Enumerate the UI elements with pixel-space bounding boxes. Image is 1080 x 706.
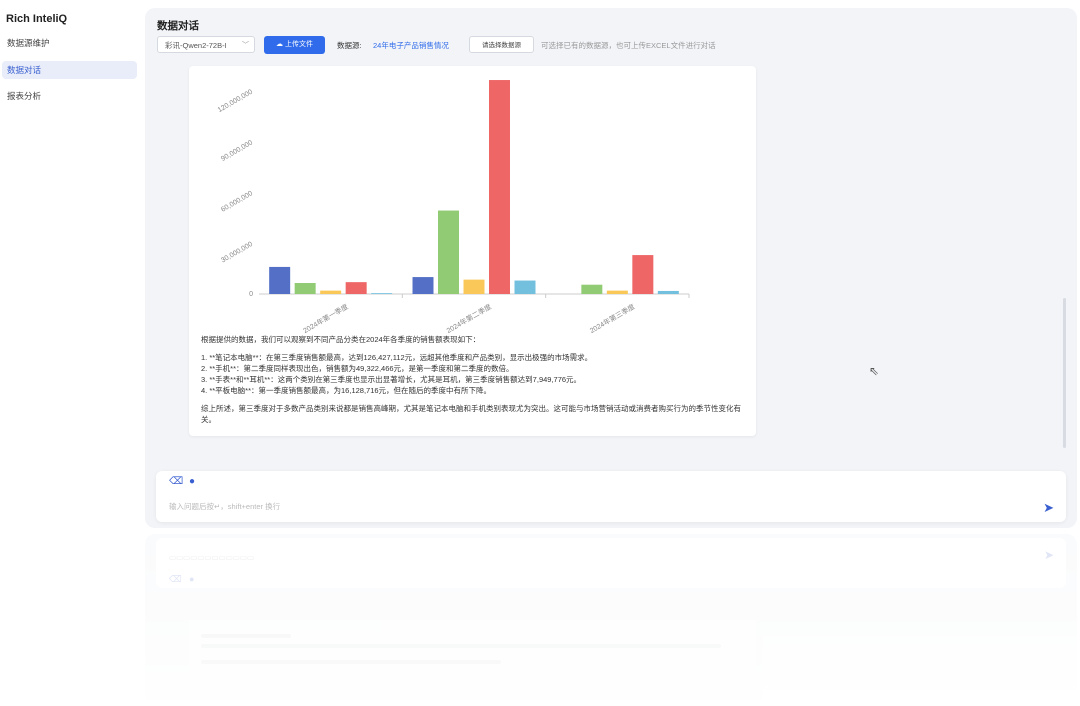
- cloud-upload-icon: ☁: [276, 41, 284, 48]
- upload-file-button[interactable]: ☁ 上传文件: [264, 36, 325, 54]
- chat-input-box[interactable]: ⌫ ● 输入问题后按↵，shift+enter 换行 ➤: [156, 471, 1066, 522]
- microphone-icon[interactable]: ●: [189, 476, 195, 487]
- chart-bar: [514, 280, 536, 294]
- answer-point: 4. **平板电脑**：第一季度销售额最高，为16,128,716元，但在随后的…: [201, 386, 492, 395]
- microphone-icon: ●: [189, 574, 195, 584]
- chart-bar: [345, 282, 367, 294]
- reflection-placeholder: ▭▭▭▭▭▭▭▭▭▭▭▭: [169, 553, 255, 562]
- chart-bar: [320, 290, 342, 294]
- chart-bar: [489, 80, 510, 295]
- model-select-value: 彩讯-Qwen2-72B-I: [165, 41, 227, 50]
- chart-bar: [269, 266, 291, 294]
- reflection-overlay: ▭▭▭▭▭▭▭▭▭▭▭▭ ➤ ⌫ ●: [145, 534, 1077, 706]
- toolbar: 彩讯-Qwen2-72B-I ﹀ ☁ 上传文件 数据源: 24年电子产品销售情况…: [157, 36, 1067, 54]
- datasource-label: 数据源:: [337, 41, 362, 50]
- choose-datasource-button[interactable]: 请选择数据源: [469, 36, 534, 53]
- y-tick-label: 30,000,000: [220, 241, 254, 265]
- chart-bar: [438, 210, 459, 294]
- chart-bar: [412, 277, 434, 294]
- sidebar: Rich InteliQ 数据源维护 数据对话 报表分析: [0, 0, 144, 706]
- chevron-down-icon: ﹀: [242, 42, 249, 49]
- x-tick-label: 2024年第三季度: [588, 302, 636, 335]
- reflection-input: ▭▭▭▭▭▭▭▭▭▭▭▭ ➤ ⌫ ●: [156, 538, 1066, 588]
- chart-bar: [581, 284, 603, 294]
- chat-input-placeholder: 输入问题后按↵，shift+enter 换行: [169, 502, 281, 511]
- chat-response-card: 0 30,000,000 60,000,000 90,000,000 120,000,0…: [189, 66, 756, 436]
- answer-intro: 根据提供的数据，我们可以观察到不同产品分类在2024年各季度的销售额表现如下：: [201, 335, 481, 344]
- answer-text: 根据提供的数据，我们可以观察到不同产品分类在2024年各季度的销售额表现如下： …: [201, 334, 749, 425]
- chat-scrollbar[interactable]: [1063, 298, 1066, 448]
- eraser-icon: ⌫: [169, 574, 182, 584]
- answer-point: 1. **笔记本电脑**：在第三季度销售额最高，达到126,427,112元，远…: [201, 353, 593, 362]
- x-tick-label: 2024年第一季度: [301, 302, 349, 335]
- answer-conclusion: 综上所述，第三季度对于多数产品类别来说都是销售高峰期，尤其是笔记本电脑和手机类别…: [201, 404, 741, 424]
- y-tick-label: 0: [249, 291, 253, 298]
- datasource-value[interactable]: 24年电子产品销售情况: [373, 40, 449, 51]
- y-tick-label: 120,000,000: [217, 89, 254, 115]
- sales-bar-chart: 0 30,000,000 60,000,000 90,000,000 120,000,0…: [217, 80, 690, 335]
- sidebar-item-data-chat[interactable]: 数据对话: [2, 61, 137, 79]
- reflection-card: [189, 620, 756, 706]
- send-icon: ➤: [1043, 548, 1054, 562]
- sidebar-item-datasource[interactable]: 数据源维护: [2, 34, 137, 52]
- chart-bar: [657, 290, 679, 294]
- model-select[interactable]: 彩讯-Qwen2-72B-I ﹀: [157, 36, 255, 53]
- y-tick-label: 90,000,000: [220, 139, 254, 163]
- toolbar-hint: 可选择已有的数据源，也可上传EXCEL文件进行对话: [541, 41, 716, 50]
- answer-point: 2. **手机**：第二季度同样表现出色，销售额为49,322,466元，是第一…: [201, 364, 514, 373]
- y-tick-label: 60,000,000: [220, 190, 254, 214]
- chart-bar: [463, 279, 485, 294]
- upload-file-label: 上传文件: [284, 41, 313, 48]
- answer-point: 3. **手表**和**耳机**：这两个类别在第三季度也显示出显著增长，尤其是耳…: [201, 375, 582, 384]
- brand-logo: Rich InteliQ: [6, 13, 68, 25]
- sidebar-item-report[interactable]: 报表分析: [2, 87, 137, 105]
- chart-bar: [371, 293, 393, 294]
- x-tick-label: 2024年第二季度: [445, 302, 493, 335]
- main-panel: 数据对话 彩讯-Qwen2-72B-I ﹀ ☁ 上传文件 数据源: 24年电子产…: [145, 8, 1077, 528]
- mouse-pointer-icon: ⇖: [869, 364, 880, 378]
- send-icon[interactable]: ➤: [1043, 500, 1054, 516]
- page-title: 数据对话: [157, 20, 199, 32]
- chart-bar: [294, 283, 316, 294]
- chart-bar: [632, 255, 654, 294]
- eraser-icon[interactable]: ⌫: [169, 476, 183, 487]
- chart-bar: [606, 290, 628, 294]
